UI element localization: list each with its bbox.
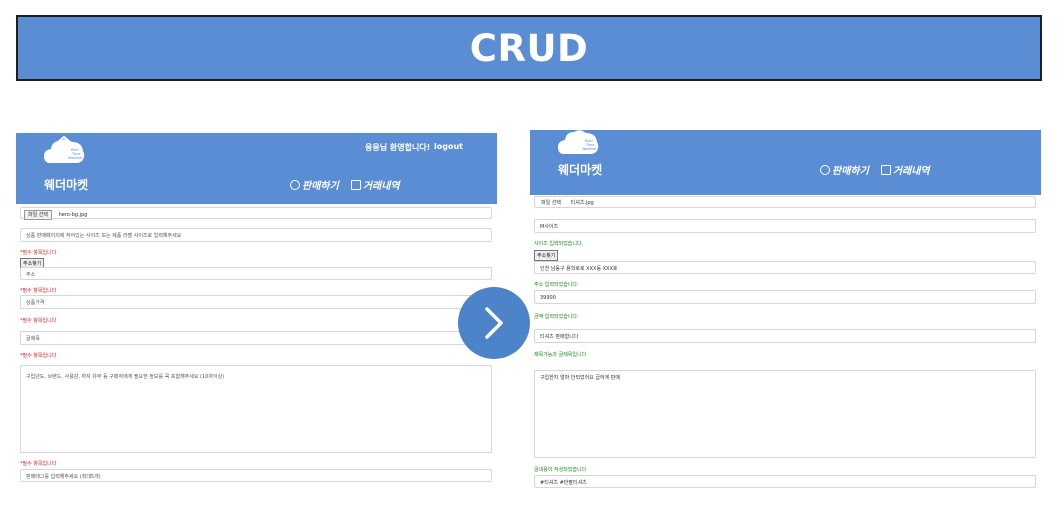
right-screenshot: Real Time Weather 웨더마켓 판매하기 거래내역 파일 선택 티… [530, 130, 1041, 488]
price-error: *필수 항목입니다 [20, 318, 57, 324]
address-input[interactable]: 주소 [20, 267, 492, 280]
nav-history[interactable]: 거래내역 [880, 162, 930, 177]
file-name: hero-bg.jpg [58, 212, 88, 218]
clipboard-icon [880, 165, 891, 175]
address-input[interactable]: 인천 남동구 용학로로 XXX동 XXX호 [534, 261, 1036, 274]
main-nav: 판매하기 거래내역 [290, 177, 400, 192]
file-name: 티셔츠.jpg [570, 200, 594, 206]
size-input[interactable]: 상품 판매페이지에 작어있는 사이즈 또는 제품 라벨 사이즈로 입력해주세요 [20, 228, 492, 242]
tag-input[interactable]: 판매태그를 입력해주세요 (최대5개) [20, 469, 492, 482]
address-error: *필수 항목입니다 [20, 288, 57, 294]
file-input[interactable]: 파일 선택 hero-bg.jpg [20, 207, 492, 220]
tag-input[interactable]: #티셔츠 #반팔티셔츠 [534, 475, 1036, 488]
description-error: *필수 항목입니다 [20, 461, 57, 467]
svg-text:Weather: Weather [582, 147, 597, 151]
price-input[interactable]: 39900 [534, 290, 1036, 304]
title-input[interactable]: 글제목 [20, 331, 492, 345]
site-header: Real Time Weather 응응님 환영합니다! logout 웨더마켓… [16, 133, 497, 204]
svg-text:Weather: Weather [68, 156, 83, 160]
won-circle-icon [290, 180, 300, 190]
nav-sell[interactable]: 판매하기 [820, 162, 869, 177]
banner: CRUD [16, 15, 1042, 81]
logout-link[interactable]: logout [434, 142, 463, 151]
address-search-button[interactable]: 주소찾기 [534, 250, 559, 261]
title-input[interactable]: 티셔츠 판매합니다 [534, 329, 1036, 343]
description-textarea[interactable]: 구입년도, 브랜드, 사용감, 하자 유무 등 구매자에게 필요한 정보를 꼭 … [20, 365, 492, 453]
chevron-right-icon [485, 307, 503, 339]
size-error: *필수 항목입니다 [20, 250, 57, 256]
title-success: 제목가능과 글제목입니다 [534, 352, 587, 358]
price-input[interactable]: 상품가격 [20, 295, 492, 309]
brand-name[interactable]: 웨더마켓 [558, 161, 602, 178]
size-success: 사이즈 입력되었습니다. [534, 241, 584, 247]
cloud-logo-icon[interactable]: Real Time Weather [556, 130, 600, 158]
size-input[interactable]: M사이즈 [534, 219, 1036, 233]
welcome-text: 응응님 환영합니다! [365, 143, 431, 152]
left-screenshot: Real Time Weather 응응님 환영합니다! logout 웨더마켓… [16, 133, 497, 486]
main-nav: 판매하기 거래내역 [820, 162, 930, 177]
cloud-logo-icon[interactable]: Real Time Weather [42, 133, 86, 167]
file-select-button[interactable]: 파일 선택 [538, 199, 564, 207]
next-slide-button[interactable] [458, 287, 530, 359]
description-textarea[interactable]: 구입한지 얼마 안되었어요 급하게 판매 [534, 370, 1036, 458]
won-circle-icon [820, 165, 830, 175]
clipboard-icon [350, 180, 361, 190]
file-select-button[interactable]: 파일 선택 [24, 210, 52, 220]
file-input[interactable]: 파일 선택 티셔츠.jpg [534, 196, 1036, 208]
address-success: 주소 입력되었습니다. [534, 282, 579, 288]
site-header: Real Time Weather 웨더마켓 판매하기 거래내역 [530, 130, 1041, 195]
price-success: 금액 입력되었습니다. [534, 314, 579, 320]
brand-name[interactable]: 웨더마켓 [44, 176, 88, 193]
banner-title: CRUD [469, 26, 589, 70]
title-error: *필수 항목입니다 [20, 353, 57, 359]
description-success: 글내용이 작성되었습니다 [534, 467, 587, 473]
nav-sell[interactable]: 판매하기 [290, 177, 339, 192]
nav-history[interactable]: 거래내역 [350, 177, 400, 192]
